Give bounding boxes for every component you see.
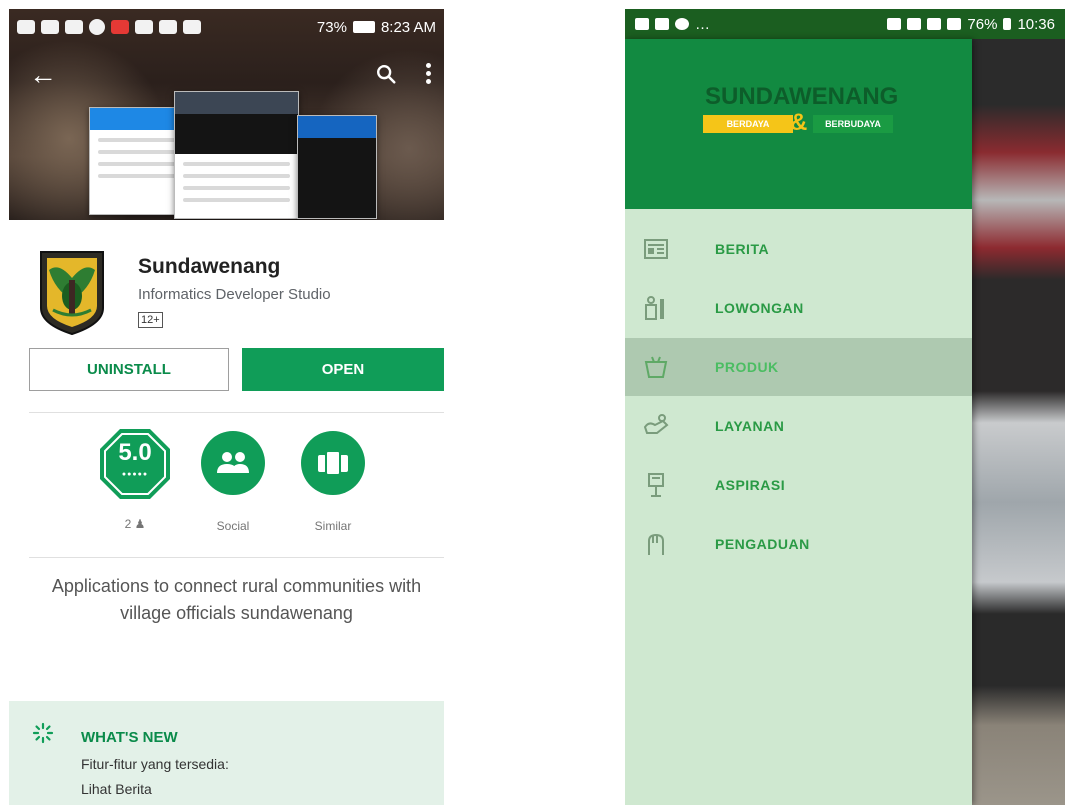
rating-count: 2 <box>124 517 132 531</box>
aspiration-icon <box>648 473 664 497</box>
app-logo-icon <box>40 251 104 336</box>
whats-new-title: WHAT'S NEW <box>81 729 178 746</box>
search-icon[interactable] <box>375 63 397 85</box>
battery-icon <box>1003 18 1012 30</box>
alarm-icon <box>159 20 177 34</box>
mail-icon <box>65 20 83 34</box>
service-icon <box>643 414 669 434</box>
menu-label: PRODUK <box>715 359 779 375</box>
content-rating-badge: 12+ <box>138 312 163 328</box>
complaint-icon <box>648 533 664 555</box>
alarm-icon <box>907 18 922 30</box>
download-icon <box>655 18 669 30</box>
clipboard-icon <box>135 20 153 34</box>
more-vert-icon[interactable] <box>423 63 433 87</box>
basket-icon <box>644 356 668 378</box>
clock: 8:23 AM <box>380 18 436 36</box>
menu-label: ASPIRASI <box>715 477 786 493</box>
signal-icon <box>947 18 962 30</box>
badge-row: 5.0 ●●●●● 2 ♟ Social Similar <box>9 421 444 541</box>
rating-badge[interactable]: 5.0 ●●●●● 2 ♟ <box>94 427 176 531</box>
battery-icon <box>352 21 375 33</box>
whats-new-line: Lihat Berita <box>81 781 152 797</box>
message-icon <box>17 20 35 34</box>
whats-new-section[interactable]: WHAT'S NEW Fitur-fitur yang tersedia: Li… <box>9 701 444 805</box>
people-icon <box>217 452 249 473</box>
mail-icon <box>41 20 59 34</box>
menu-item-produk[interactable]: PRODUK <box>625 338 972 396</box>
divider <box>29 412 444 413</box>
app-header: Sundawenang Informatics Developer Studio… <box>9 220 444 340</box>
more-notifications-icon: … <box>695 15 710 33</box>
social-label: Social <box>216 519 250 533</box>
app-title: Sundawenang <box>138 255 281 278</box>
screenshot-thumb-3 <box>297 115 377 219</box>
menu-item-pengaduan[interactable]: PENGADUAN <box>625 515 972 573</box>
logo-title: SUNDAWENANG <box>705 83 899 110</box>
job-icon <box>645 296 664 320</box>
feature-graphic: 73% 8:23 AM ← <box>9 9 444 220</box>
menu-label: BERITA <box>715 241 770 257</box>
rating-stars-icon: ●●●●● <box>121 471 149 478</box>
whats-new-line: Fitur-fitur yang tersedia: <box>81 756 229 772</box>
app-drawer-screen: … 76% 10:36 SUNDAWENANG BERDAYA & BERBUD… <box>625 9 1065 805</box>
clock: 10:36 <box>1017 15 1055 33</box>
back-arrow-icon[interactable]: ← <box>29 61 57 89</box>
battery-percent: 76% <box>967 15 998 33</box>
notification-icon <box>111 20 129 34</box>
divider <box>29 557 444 558</box>
wifi-icon <box>927 18 942 30</box>
menu-item-aspirasi[interactable]: ASPIRASI <box>625 456 972 514</box>
battery-percent: 73% <box>316 18 347 36</box>
drawer-header: SUNDAWENANG BERDAYA & BERBUDAYA <box>625 39 972 209</box>
social-badge[interactable]: Social <box>192 431 274 533</box>
similar-cards-icon <box>318 450 348 476</box>
whatsapp-icon <box>89 19 105 35</box>
newspaper-icon <box>644 239 668 259</box>
mute-icon <box>887 18 902 30</box>
menu-item-lowongan[interactable]: LOWONGAN <box>625 279 972 337</box>
similar-label: Similar <box>314 519 352 533</box>
uninstall-button[interactable]: UNINSTALL <box>29 348 229 391</box>
status-bar: … 76% 10:36 <box>625 9 1065 39</box>
person-icon: ♟ <box>134 517 146 531</box>
navigation-drawer: SUNDAWENANG BERDAYA & BERBUDAYA BERITA L… <box>625 39 972 805</box>
loading-spinner-icon <box>32 722 54 744</box>
menu-label: LAYANAN <box>715 418 785 434</box>
similar-badge[interactable]: Similar <box>292 431 374 533</box>
status-bar: 73% 8:23 AM <box>9 9 444 45</box>
screenshot-thumb-2 <box>174 91 299 219</box>
developer-name[interactable]: Informatics Developer Studio <box>138 286 331 303</box>
menu-label: PENGADUAN <box>715 536 810 552</box>
menu-label: LOWONGAN <box>715 300 804 316</box>
play-store-screen: 73% 8:23 AM ← Sundawenang Informatics De… <box>9 9 444 805</box>
menu-item-berita[interactable]: BERITA <box>625 220 972 278</box>
logo-tag-berdaya: BERDAYA <box>703 115 793 133</box>
logo-ampersand: & <box>790 109 808 136</box>
chat-icon <box>675 18 689 30</box>
image-icon <box>635 18 649 30</box>
menu-item-layanan[interactable]: LAYANAN <box>625 397 972 455</box>
app-description[interactable]: Applications to connect rural communitie… <box>39 573 434 627</box>
signal-icon <box>183 20 201 34</box>
rating-value: 5.0 <box>118 439 152 466</box>
open-button[interactable]: OPEN <box>242 348 444 391</box>
logo-tag-berbudaya: BERBUDAYA <box>813 115 893 133</box>
